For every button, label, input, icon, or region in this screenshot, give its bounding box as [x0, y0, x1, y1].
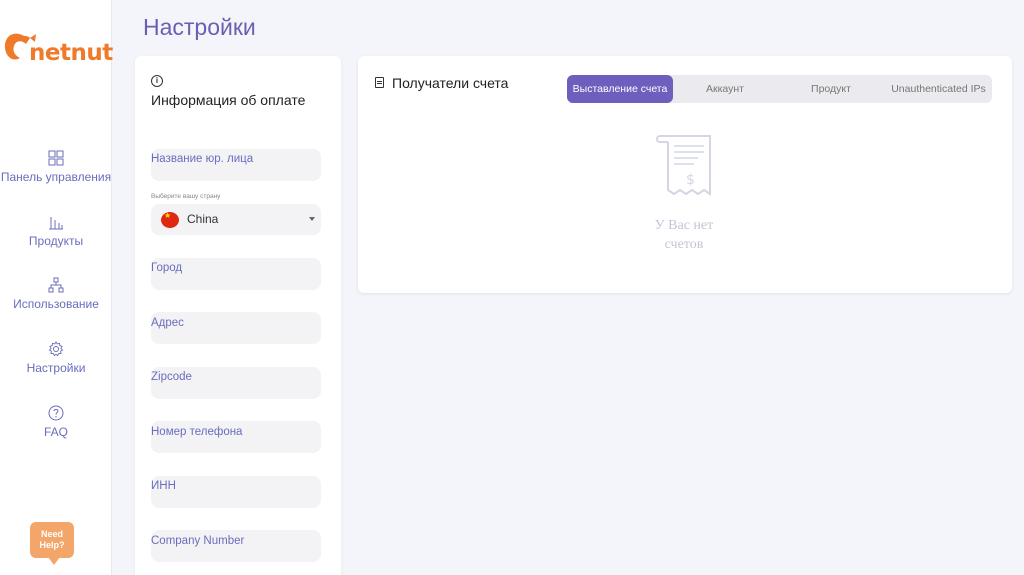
inn-label: ИНН	[151, 480, 176, 492]
zipcode-label: Zipcode	[151, 371, 192, 383]
invoice-recipients-card: Получатели счета Выставление счета Аккау…	[358, 56, 1012, 293]
sidebar-item-label: Панель управления	[0, 170, 112, 184]
sidebar-item-dashboard[interactable]: Панель управления	[0, 150, 112, 184]
netnut-logo[interactable]: netnut	[2, 28, 113, 78]
phone-label: Номер телефона	[151, 426, 243, 438]
tab-product[interactable]: Продукт	[779, 75, 883, 103]
company-number-label: Company Number	[151, 535, 245, 547]
sidebar-item-faq[interactable]: FAQ	[0, 405, 112, 439]
dashboard-icon	[48, 150, 64, 166]
company-name-label: Название юр. лица	[151, 153, 254, 165]
hierarchy-icon	[48, 277, 64, 293]
billing-info-title: Информация об оплате	[151, 92, 306, 108]
svg-text:$: $	[686, 172, 695, 188]
country-value: China	[187, 212, 219, 226]
tab-bar: Выставление счета Аккаунт Продукт Unauth…	[567, 75, 992, 103]
sidebar: netnut Панель управления Продукты Исполь…	[0, 0, 113, 575]
sidebar-item-label: Использование	[13, 297, 99, 311]
china-flag-icon	[161, 211, 179, 228]
country-caption: Выберите вашу страну	[151, 193, 221, 200]
sidebar-item-label: Продукты	[28, 234, 84, 248]
tab-billing[interactable]: Выставление счета	[567, 75, 673, 103]
billing-info-card: i Информация об оплате Название юр. лица…	[135, 56, 341, 575]
address-label: Адрес	[151, 317, 184, 329]
city-label: Город	[151, 262, 183, 274]
chevron-down-icon	[309, 217, 315, 221]
sidebar-item-settings[interactable]: Настройки	[0, 341, 112, 375]
document-icon	[375, 77, 384, 88]
bar-chart-icon	[49, 217, 63, 230]
gear-icon	[48, 341, 64, 357]
empty-state-text: У Вас нет счетов	[634, 216, 734, 254]
empty-receipt-icon: $	[656, 135, 711, 196]
logo-text: netnut	[29, 40, 113, 66]
page-title: Настройки	[143, 14, 256, 40]
info-icon: i	[151, 75, 163, 87]
tab-unauthenticated-ips[interactable]: Unauthenticated IPs	[885, 75, 992, 103]
sidebar-item-label: Настройки	[26, 361, 86, 375]
need-help-button[interactable]: Need Help?	[30, 522, 74, 565]
inn-field[interactable]	[151, 476, 321, 508]
empty-state-line: У Вас нет	[654, 218, 714, 233]
country-select[interactable]: China	[151, 204, 321, 235]
tab-account[interactable]: Аккаунт	[675, 75, 775, 103]
sidebar-item-usage[interactable]: Использование	[0, 277, 112, 311]
sidebar-item-label: FAQ	[43, 425, 68, 439]
sidebar-item-products[interactable]: Продукты	[0, 214, 112, 248]
invoice-recipients-title: Получатели счета	[392, 75, 509, 91]
empty-state-line: счетов	[664, 237, 704, 252]
question-icon	[48, 405, 64, 421]
